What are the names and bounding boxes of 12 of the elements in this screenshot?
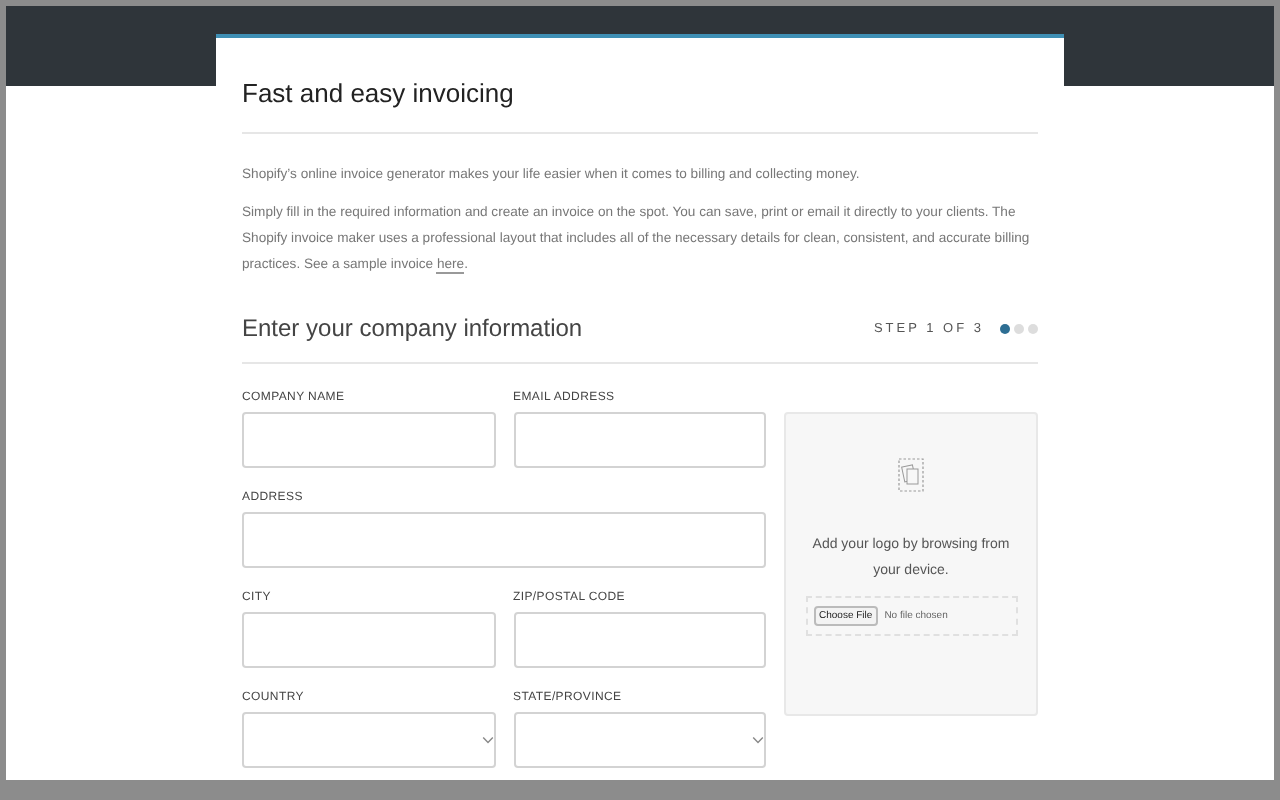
caret-icon: [481, 736, 493, 744]
input-field[interactable]: [513, 412, 766, 468]
section-heading: Enter your company information: [242, 314, 585, 342]
select-field[interactable]: [513, 712, 766, 768]
input-field[interactable]: [242, 612, 495, 668]
input-field[interactable]: [513, 612, 766, 668]
image-icon: [898, 458, 924, 492]
input-field[interactable]: [242, 412, 495, 468]
page-title: Fast and easy invoicing: [242, 78, 516, 108]
select-field[interactable]: [242, 712, 495, 768]
caret-icon: [752, 736, 764, 744]
input-field[interactable]: [242, 512, 766, 568]
